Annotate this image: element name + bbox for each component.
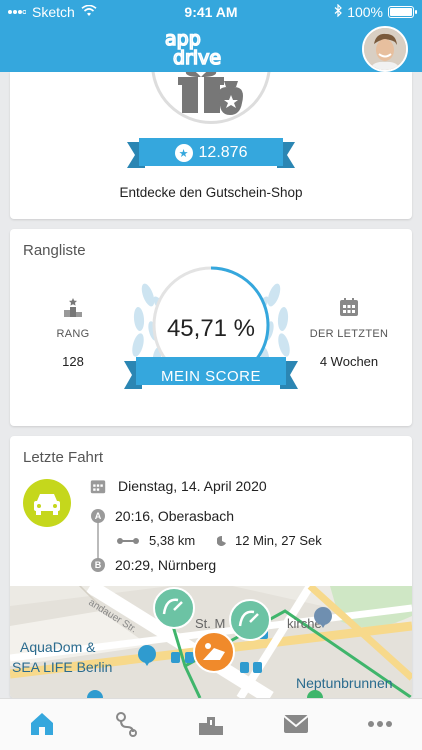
- trip-start-row: A 20:16, Oberasbach: [91, 508, 234, 524]
- period-label: DER LETZTEN: [309, 328, 389, 340]
- gift-badge: [151, 72, 271, 124]
- trip-map[interactable]: andauer Str. St. M kirche AquaDom & SEA …: [10, 586, 412, 698]
- route-icon: [116, 712, 137, 737]
- app-header: app drive: [0, 24, 422, 72]
- start-marker-icon: A: [91, 509, 105, 523]
- tab-more[interactable]: [365, 709, 395, 739]
- points-display: ★ 12.876: [127, 136, 295, 170]
- period-stat: DER LETZTEN 4 Wochen: [294, 297, 404, 369]
- poi-label-2: SEA LIFE Berlin: [12, 659, 112, 675]
- car-badge: [23, 479, 71, 527]
- poi-label-1: AquaDom &: [20, 639, 96, 655]
- last-trip-card[interactable]: Letzte Fahrt Dienstag, 14. April 2020 A …: [10, 436, 412, 698]
- podium-icon: [64, 298, 82, 317]
- church-label: St. M: [195, 616, 225, 631]
- distance-icon: [117, 537, 139, 544]
- app-logo: app drive: [164, 28, 222, 68]
- tab-ranking[interactable]: [196, 709, 226, 739]
- trip-date-row: Dienstag, 14. April 2020: [90, 478, 267, 494]
- fountain-label: Neptunbrunnen: [296, 675, 393, 691]
- trip-distance-row: 5,38 km: [117, 533, 195, 548]
- last-trip-title: Letzte Fahrt: [23, 449, 104, 466]
- rank-label: RANG: [56, 328, 90, 340]
- bluetooth-icon: [334, 3, 343, 20]
- voucher-card[interactable]: ★ 12.876 Entdecke den Gutschein-Shop: [10, 72, 412, 219]
- battery-percent: 100%: [347, 4, 383, 20]
- period-value: 4 Wochen: [319, 354, 379, 369]
- points-value: 12.876: [198, 144, 248, 161]
- shop-link[interactable]: Entdecke den Gutschein-Shop: [10, 185, 412, 200]
- speed-marker-icon: [153, 587, 195, 629]
- more-icon: [368, 721, 392, 727]
- user-photo: [364, 28, 406, 70]
- battery-icon: [388, 6, 417, 18]
- avatar[interactable]: [362, 26, 408, 72]
- mail-icon: [283, 715, 309, 733]
- logo-drive-text: drive: [173, 47, 221, 68]
- gift-icon: [178, 72, 243, 115]
- car-icon: [34, 494, 60, 515]
- tab-bar: [0, 698, 422, 750]
- trip-end: 20:29, Nürnberg: [115, 557, 217, 573]
- status-bar: Sketch 9:41 AM 100%: [0, 0, 422, 24]
- ranking-title: Rangliste: [23, 242, 86, 259]
- rank-stat: RANG 128: [18, 297, 128, 369]
- duration-icon: [217, 535, 226, 546]
- podium-icon: [199, 717, 223, 735]
- star-coin-icon: ★: [174, 144, 193, 162]
- end-marker-icon: B: [91, 558, 105, 572]
- map-canvas: andauer Str. St. M kirche AquaDom & SEA …: [10, 586, 412, 698]
- trip-date: Dienstag, 14. April 2020: [118, 478, 267, 494]
- trip-duration: 12 Min, 27 Sek: [235, 533, 322, 548]
- calendar-small-icon: [90, 480, 106, 494]
- trip-start: 20:16, Oberasbach: [115, 508, 235, 524]
- trip-distance: 5,38 km: [149, 533, 196, 548]
- score-label: MEIN SCORE: [160, 368, 261, 385]
- trip-duration-row: 12 Min, 27 Sek: [217, 533, 322, 548]
- trip-end-row: B 20:29, Nürnberg: [91, 557, 216, 573]
- calendar-icon: [340, 298, 358, 316]
- tab-home[interactable]: [27, 709, 57, 739]
- tab-trips[interactable]: [111, 709, 141, 739]
- ranking-card[interactable]: Rangliste RANG 128 45,71 % MEIN SCORE DE…: [10, 229, 412, 426]
- score-value: 45,71 %: [166, 315, 256, 342]
- speed-marker-icon-2: [229, 599, 271, 641]
- home-icon: [31, 713, 53, 735]
- rank-value: 128: [62, 354, 84, 369]
- accident-marker-icon: [193, 631, 235, 673]
- tab-messages[interactable]: [281, 709, 311, 739]
